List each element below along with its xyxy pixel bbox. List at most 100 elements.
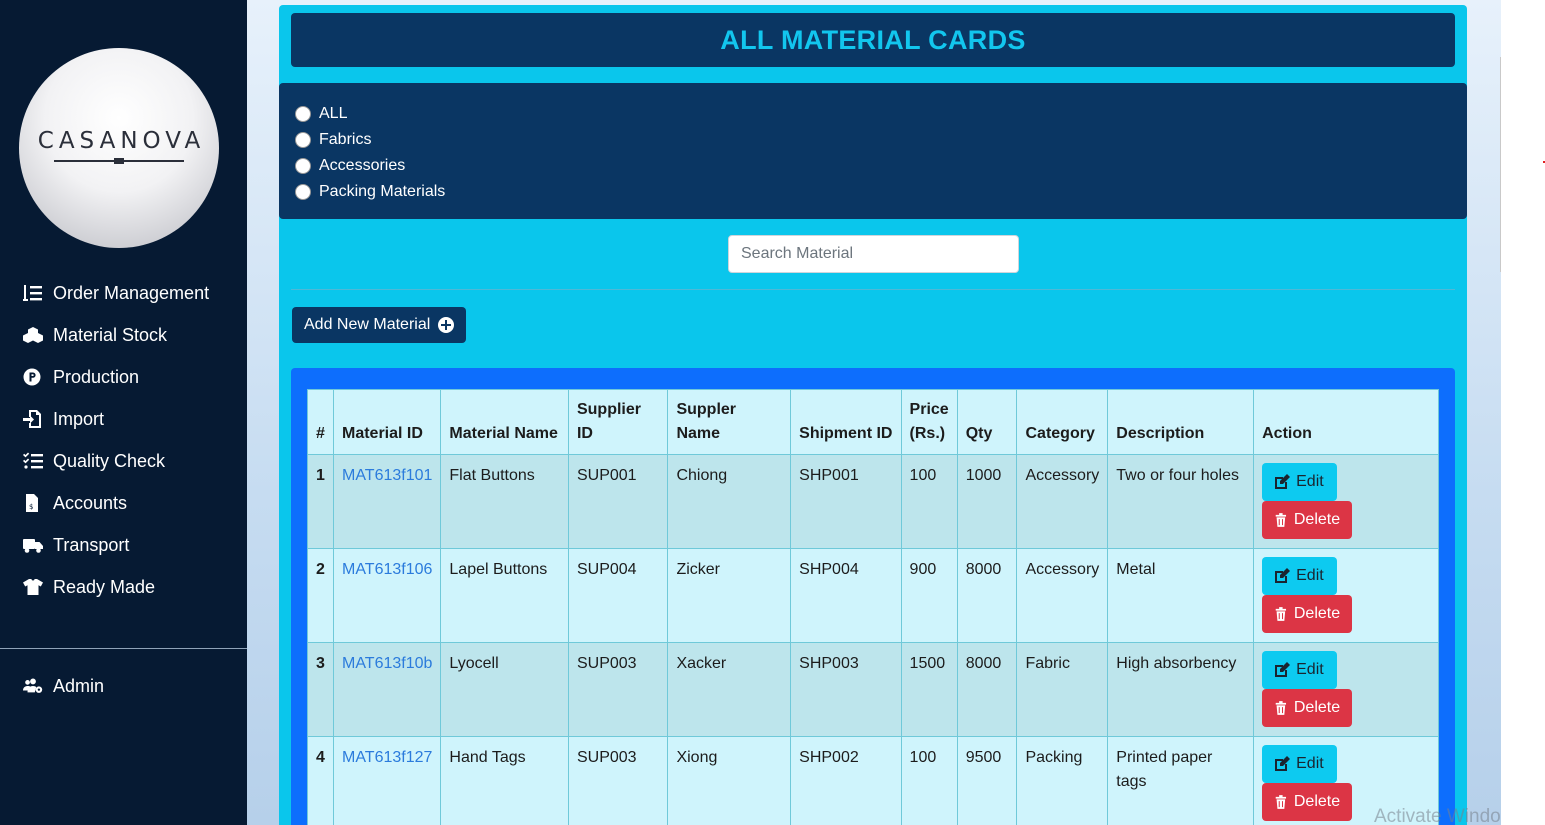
- cell-description: High absorbency: [1107, 642, 1255, 737]
- trash-icon: [1275, 513, 1287, 527]
- table-row: 3 MAT613f10b Lyocell SUP003 Xacker SHP00…: [307, 642, 1439, 737]
- filter-label: Accessories: [319, 157, 406, 174]
- filter-option-packing-materials[interactable]: Packing Materials: [295, 179, 1467, 205]
- cell-supplier-id: SUP004: [567, 548, 669, 643]
- tshirt-icon: [22, 578, 44, 596]
- page-header: ALL MATERIAL CARDS: [291, 13, 1455, 67]
- radio-button[interactable]: [295, 184, 311, 200]
- delete-button[interactable]: Delete: [1262, 689, 1353, 727]
- radio-button[interactable]: [295, 158, 311, 174]
- materials-panel: ALL MATERIAL CARDS ALL Fabrics Accessori…: [279, 5, 1467, 825]
- cell-material-name: Lapel Buttons: [440, 548, 569, 643]
- svg-text:$: $: [29, 503, 33, 511]
- sidebar-item-accounts[interactable]: $ Accounts: [0, 482, 247, 524]
- users-cog-icon: [22, 677, 44, 695]
- cell-material-name: Hand Tags: [440, 736, 569, 825]
- activation-watermark: Activate Windo: [1374, 806, 1501, 825]
- list-ordered-icon: [22, 284, 44, 302]
- delete-button[interactable]: Delete: [1262, 595, 1353, 633]
- col-header-num: #: [307, 389, 334, 455]
- trash-icon: [1275, 795, 1287, 809]
- cell-price: 1500: [900, 642, 958, 737]
- cell-num: 1: [307, 454, 334, 549]
- radio-button[interactable]: [295, 106, 311, 122]
- sidebar-item-admin[interactable]: Admin: [0, 665, 247, 707]
- cell-material-id-link[interactable]: MAT613f106: [332, 548, 442, 643]
- delete-label: Delete: [1293, 793, 1341, 810]
- cell-price: 100: [900, 736, 958, 825]
- sidebar-item-production[interactable]: Production: [0, 356, 247, 398]
- cell-num: 4: [307, 736, 334, 825]
- delete-button[interactable]: Delete: [1262, 783, 1353, 821]
- edit-button[interactable]: Edit: [1262, 651, 1338, 689]
- sidebar-item-label: Accounts: [53, 492, 128, 513]
- sidebar-item-order-management[interactable]: Order Management: [0, 272, 247, 314]
- filter-option-all[interactable]: ALL: [295, 101, 1467, 127]
- cell-material-name: Flat Buttons: [440, 454, 569, 549]
- cell-material-id-link[interactable]: MAT613f10b: [332, 642, 442, 737]
- cell-qty: 9500: [956, 736, 1018, 825]
- sidebar-item-label: Import: [53, 408, 105, 429]
- cell-supplier-name: Chiong: [667, 454, 792, 549]
- col-header-material-id: Material ID: [332, 389, 442, 455]
- sidebar-item-import[interactable]: Import: [0, 398, 247, 440]
- cell-category: Fabric: [1016, 642, 1109, 737]
- add-material-button[interactable]: Add New Material: [292, 307, 467, 343]
- right-margin: [1501, 0, 1545, 825]
- filter-label: ALL: [319, 105, 348, 122]
- divider: [291, 289, 1455, 290]
- edit-button[interactable]: Edit: [1262, 463, 1338, 501]
- edit-button[interactable]: Edit: [1262, 745, 1338, 783]
- cell-material-id-link[interactable]: MAT613f127: [332, 736, 442, 825]
- category-filter: ALL Fabrics Accessories Packing Material…: [279, 83, 1467, 219]
- cell-category: Accessory: [1016, 454, 1109, 549]
- edit-icon: [1275, 474, 1291, 489]
- cell-supplier-name: Xiong: [667, 736, 792, 825]
- col-header-material-name: Material Name: [440, 389, 569, 455]
- edit-button[interactable]: Edit: [1262, 557, 1338, 595]
- delete-label: Delete: [1293, 699, 1341, 716]
- cell-action: Edit Delete: [1253, 642, 1439, 737]
- sidebar-item-label: Transport: [53, 534, 130, 555]
- sidebar-divider: [0, 648, 247, 649]
- cell-shipment-id: SHP003: [790, 642, 902, 737]
- sidebar-item-quality-check[interactable]: Quality Check: [0, 440, 247, 482]
- cell-description: Metal: [1107, 548, 1255, 643]
- col-header-shipment-id: Shipment ID: [790, 389, 902, 455]
- cell-description: Two or four holes: [1107, 454, 1255, 549]
- edit-icon: [1275, 756, 1291, 771]
- sidebar-item-transport[interactable]: Transport: [0, 524, 247, 566]
- sidebar-nav: Order Management Material Stock Producti…: [0, 272, 247, 608]
- edit-label: Edit: [1296, 661, 1324, 678]
- page-title: ALL MATERIAL CARDS: [720, 24, 1026, 55]
- filter-option-fabrics[interactable]: Fabrics: [295, 127, 1467, 153]
- col-header-supplier-name: Suppler Name: [667, 389, 792, 455]
- sidebar-item-label: Order Management: [53, 282, 210, 303]
- filter-option-accessories[interactable]: Accessories: [295, 153, 1467, 179]
- radio-button[interactable]: [295, 132, 311, 148]
- sidebar-item-label: Quality Check: [53, 450, 166, 471]
- cell-supplier-id: SUP003: [567, 642, 669, 737]
- sidebar-item-label: Material Stock: [53, 324, 168, 345]
- edit-label: Edit: [1296, 473, 1324, 490]
- cell-category: Accessory: [1016, 548, 1109, 643]
- cell-description: Printed paper tags: [1107, 736, 1255, 825]
- cell-supplier-name: Zicker: [667, 548, 792, 643]
- col-header-qty: Qty: [956, 389, 1018, 455]
- cell-shipment-id: SHP002: [790, 736, 902, 825]
- cell-price: 100: [900, 454, 958, 549]
- logo-text: CASANOVA: [37, 128, 206, 154]
- cell-material-id-link[interactable]: MAT613f101: [332, 454, 442, 549]
- search-input[interactable]: [728, 235, 1019, 273]
- invoice-icon: $: [22, 494, 44, 512]
- scroll-edge: [1500, 57, 1501, 272]
- filter-label: Fabrics: [319, 131, 372, 148]
- sidebar-item-material-stock[interactable]: Material Stock: [0, 314, 247, 356]
- sidebar-item-ready-made[interactable]: Ready Made: [0, 566, 247, 608]
- table-row: 2 MAT613f106 Lapel Buttons SUP004 Zicker…: [307, 548, 1439, 643]
- add-material-label: Add New Material: [304, 316, 431, 333]
- sidebar-item-label: Ready Made: [53, 576, 156, 597]
- sidebar-item-label: Admin: [53, 675, 105, 696]
- delete-button[interactable]: Delete: [1262, 501, 1353, 539]
- trash-icon: [1275, 607, 1287, 621]
